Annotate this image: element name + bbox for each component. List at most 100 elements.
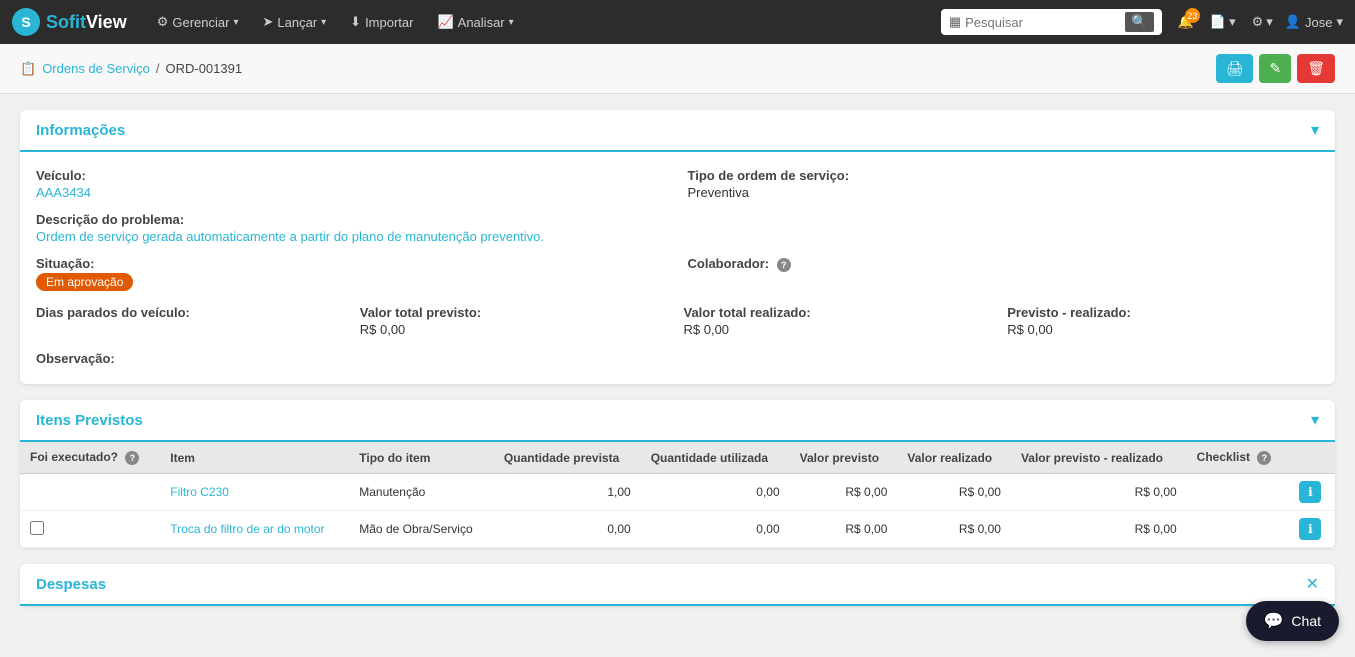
chevron-down-icon: ▾ bbox=[1336, 14, 1343, 30]
col-checklist: Checklist ? bbox=[1187, 442, 1290, 474]
collapse-icon[interactable]: ▾ bbox=[1311, 120, 1319, 140]
row1-checklist bbox=[1187, 474, 1290, 511]
top-navigation: S Sofit View ⚙ Gerenciar ▾ ➤ Lançar ▾ ⬇ … bbox=[0, 0, 1355, 44]
action-buttons: 🖨 ✎ 🗑 bbox=[1216, 54, 1335, 83]
table-header-row: Foi executado? ? Item Tipo do item Quant… bbox=[20, 442, 1335, 474]
table-row: Troca do filtro de ar do motor Mão de Ob… bbox=[20, 511, 1335, 548]
row1-qtd-prevista: 1,00 bbox=[494, 474, 641, 511]
chevron-down-icon: ▾ bbox=[1229, 14, 1236, 30]
tipo-label: Tipo de ordem de serviço: bbox=[688, 168, 1320, 183]
valor-realizado-value: R$ 0,00 bbox=[684, 322, 996, 337]
row2-qtd-utilizada: 0,00 bbox=[641, 511, 790, 548]
previsto-realizado-label: Previsto - realizado: bbox=[1007, 305, 1319, 320]
nav-importar[interactable]: ⬇ Importar bbox=[338, 0, 425, 44]
despesas-card: Despesas ✕ bbox=[20, 564, 1335, 606]
app-logo: S Sofit View bbox=[12, 8, 127, 36]
col-executado: Foi executado? ? bbox=[20, 442, 160, 474]
user-icon: 👤 bbox=[1285, 14, 1301, 30]
observacao-field: Observação: bbox=[36, 351, 1319, 366]
row2-item-link[interactable]: Troca do filtro de ar do motor bbox=[170, 522, 324, 536]
delete-button[interactable]: 🗑 bbox=[1297, 54, 1335, 83]
edit-button[interactable]: ✎ bbox=[1259, 54, 1291, 83]
user-name: Jose bbox=[1305, 15, 1332, 30]
chevron-down-icon: ▾ bbox=[1266, 14, 1273, 30]
itens-card: Itens Previstos ▾ Foi executado? ? Item … bbox=[20, 400, 1335, 548]
chat-icon: 💬 bbox=[1264, 611, 1284, 631]
colaborador-help-icon[interactable]: ? bbox=[777, 258, 791, 272]
nav-gerenciar[interactable]: ⚙ Gerenciar ▾ bbox=[145, 0, 251, 44]
veiculo-label: Veículo: bbox=[36, 168, 668, 183]
row1-info-button[interactable]: ℹ bbox=[1299, 481, 1321, 503]
veiculo-value[interactable]: AAA3434 bbox=[36, 185, 668, 200]
despesas-header: Despesas ✕ bbox=[20, 564, 1335, 606]
table-row: Filtro C230 Manutenção 1,00 0,00 R$ 0,00… bbox=[20, 474, 1335, 511]
col-tipo: Tipo do item bbox=[349, 442, 494, 474]
col-qtd-utilizada: Quantidade utilizada bbox=[641, 442, 790, 474]
informacoes-body: Veículo: AAA3434 Tipo de ordem de serviç… bbox=[20, 152, 1335, 384]
print-button[interactable]: 🖨 bbox=[1216, 54, 1254, 83]
table-icon: ▦ bbox=[949, 14, 961, 30]
valor-previsto-field: Valor total previsto: R$ 0,00 bbox=[360, 305, 672, 337]
descricao-value: Ordem de serviço gerada automaticamente … bbox=[36, 229, 1319, 244]
user-menu[interactable]: 👤 Jose ▾ bbox=[1285, 14, 1343, 30]
veiculo-field: Veículo: AAA3434 bbox=[36, 168, 668, 200]
row1-qtd-utilizada: 0,00 bbox=[641, 474, 790, 511]
observacao-label: Observação: bbox=[36, 351, 1319, 366]
settings-button[interactable]: ⚙ ▾ bbox=[1248, 10, 1277, 34]
executado-help-icon[interactable]: ? bbox=[125, 451, 139, 465]
situacao-label: Situação: bbox=[36, 256, 668, 271]
valor-previsto-value: R$ 0,00 bbox=[360, 322, 672, 337]
row1-executado bbox=[20, 474, 160, 511]
valor-previsto-label: Valor total previsto: bbox=[360, 305, 672, 320]
search-button[interactable]: 🔍 bbox=[1125, 12, 1154, 32]
logo-sofit: Sofit bbox=[46, 12, 86, 33]
breadcrumb-parent[interactable]: Ordens de Serviço bbox=[42, 61, 150, 76]
chat-button[interactable]: 💬 Chat bbox=[1246, 601, 1340, 641]
itens-table: Foi executado? ? Item Tipo do item Quant… bbox=[20, 442, 1335, 548]
logo-view: View bbox=[86, 12, 127, 33]
situacao-field: Situação: Em aprovação bbox=[36, 256, 668, 291]
chevron-down-icon: ▾ bbox=[321, 17, 326, 28]
row1-tipo: Manutenção bbox=[349, 474, 494, 511]
collapse-icon[interactable]: ▾ bbox=[1311, 410, 1319, 430]
row2-executado-checkbox[interactable] bbox=[30, 521, 44, 535]
colaborador-label: Colaborador: ? bbox=[688, 256, 1320, 272]
despesas-title: Despesas bbox=[36, 576, 106, 593]
nav-lancar[interactable]: ➤ Lançar ▾ bbox=[250, 0, 338, 44]
main-content: Informações ▾ Veículo: AAA3434 Tipo de o… bbox=[0, 94, 1355, 638]
row2-valor-previsto: R$ 0,00 bbox=[790, 511, 898, 548]
search-input[interactable] bbox=[965, 15, 1125, 30]
row1-item-link[interactable]: Filtro C230 bbox=[170, 485, 229, 499]
descricao-field: Descrição do problema: Ordem de serviço … bbox=[36, 212, 1319, 244]
col-item: Item bbox=[160, 442, 349, 474]
row1-item: Filtro C230 bbox=[160, 474, 349, 511]
dias-field: Dias parados do veículo: bbox=[36, 305, 348, 337]
row2-item: Troca do filtro de ar do motor bbox=[160, 511, 349, 548]
logo-icon: S bbox=[12, 8, 40, 36]
tipo-value: Preventiva bbox=[688, 185, 1320, 200]
row2-checklist bbox=[1187, 511, 1290, 548]
checklist-help-icon[interactable]: ? bbox=[1257, 451, 1271, 465]
row1-valor-prev-realiz: R$ 0,00 bbox=[1011, 474, 1187, 511]
breadcrumb: 📋 Ordens de Serviço / ORD-001391 bbox=[20, 61, 242, 77]
row2-tipo: Mão de Obra/Serviço bbox=[349, 511, 494, 548]
notifications-button[interactable]: 🔔 23 bbox=[1174, 10, 1198, 34]
search-bar[interactable]: ▦ 🔍 bbox=[941, 9, 1162, 35]
row2-action: ℹ bbox=[1289, 511, 1335, 548]
informacoes-card: Informações ▾ Veículo: AAA3434 Tipo de o… bbox=[20, 110, 1335, 384]
informacoes-title: Informações bbox=[36, 122, 125, 139]
chat-label: Chat bbox=[1291, 613, 1321, 629]
chevron-down-icon: ▾ bbox=[509, 17, 514, 28]
nav-analisar[interactable]: 📈 Analisar ▾ bbox=[425, 0, 525, 44]
row1-action: ℹ bbox=[1289, 474, 1335, 511]
col-actions bbox=[1289, 442, 1335, 474]
col-valor-previsto: Valor previsto bbox=[790, 442, 898, 474]
documents-button[interactable]: 📄 ▾ bbox=[1206, 10, 1240, 34]
collapse-icon[interactable]: ✕ bbox=[1306, 574, 1319, 594]
row1-valor-previsto: R$ 0,00 bbox=[790, 474, 898, 511]
dias-label: Dias parados do veículo: bbox=[36, 305, 348, 320]
row2-executado bbox=[20, 511, 160, 548]
itens-body: Foi executado? ? Item Tipo do item Quant… bbox=[20, 442, 1335, 548]
informacoes-header: Informações ▾ bbox=[20, 110, 1335, 152]
row2-info-button[interactable]: ℹ bbox=[1299, 518, 1321, 540]
